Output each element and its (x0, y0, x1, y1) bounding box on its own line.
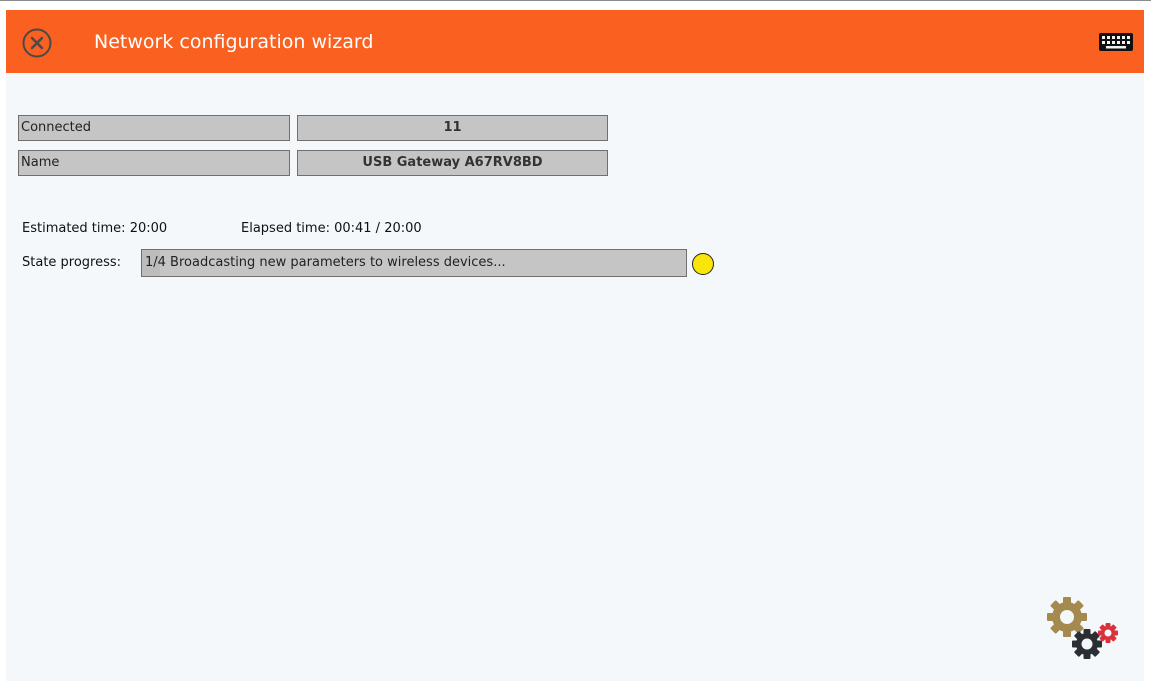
state-progress-bar: 1/4 Broadcasting new parameters to wirel… (141, 249, 687, 277)
gears-icon (1047, 597, 1118, 659)
title-bar: Network configuration wizard (6, 10, 1144, 73)
wizard-content: Connected 11 Name USB Gateway A67RV8BD E… (6, 73, 1144, 681)
window-title: Network configuration wizard (94, 31, 374, 53)
connected-label: Connected (18, 115, 290, 141)
name-label: Name (18, 150, 290, 176)
estimated-time: Estimated time: 20:00 (22, 221, 168, 236)
close-circle-icon (22, 28, 52, 58)
close-button[interactable] (21, 27, 53, 59)
keyboard-button[interactable] (1098, 32, 1134, 52)
keyboard-icon (1099, 33, 1133, 51)
elapsed-time: Elapsed time: 00:41 / 20:00 (241, 221, 422, 236)
state-progress-label: State progress: (22, 255, 122, 270)
state-progress-text: 1/4 Broadcasting new parameters to wirel… (145, 255, 506, 270)
status-indicator (692, 253, 714, 275)
window-top-border (0, 0, 1151, 1)
connected-value: 11 (297, 115, 608, 141)
name-value: USB Gateway A67RV8BD (297, 150, 608, 176)
